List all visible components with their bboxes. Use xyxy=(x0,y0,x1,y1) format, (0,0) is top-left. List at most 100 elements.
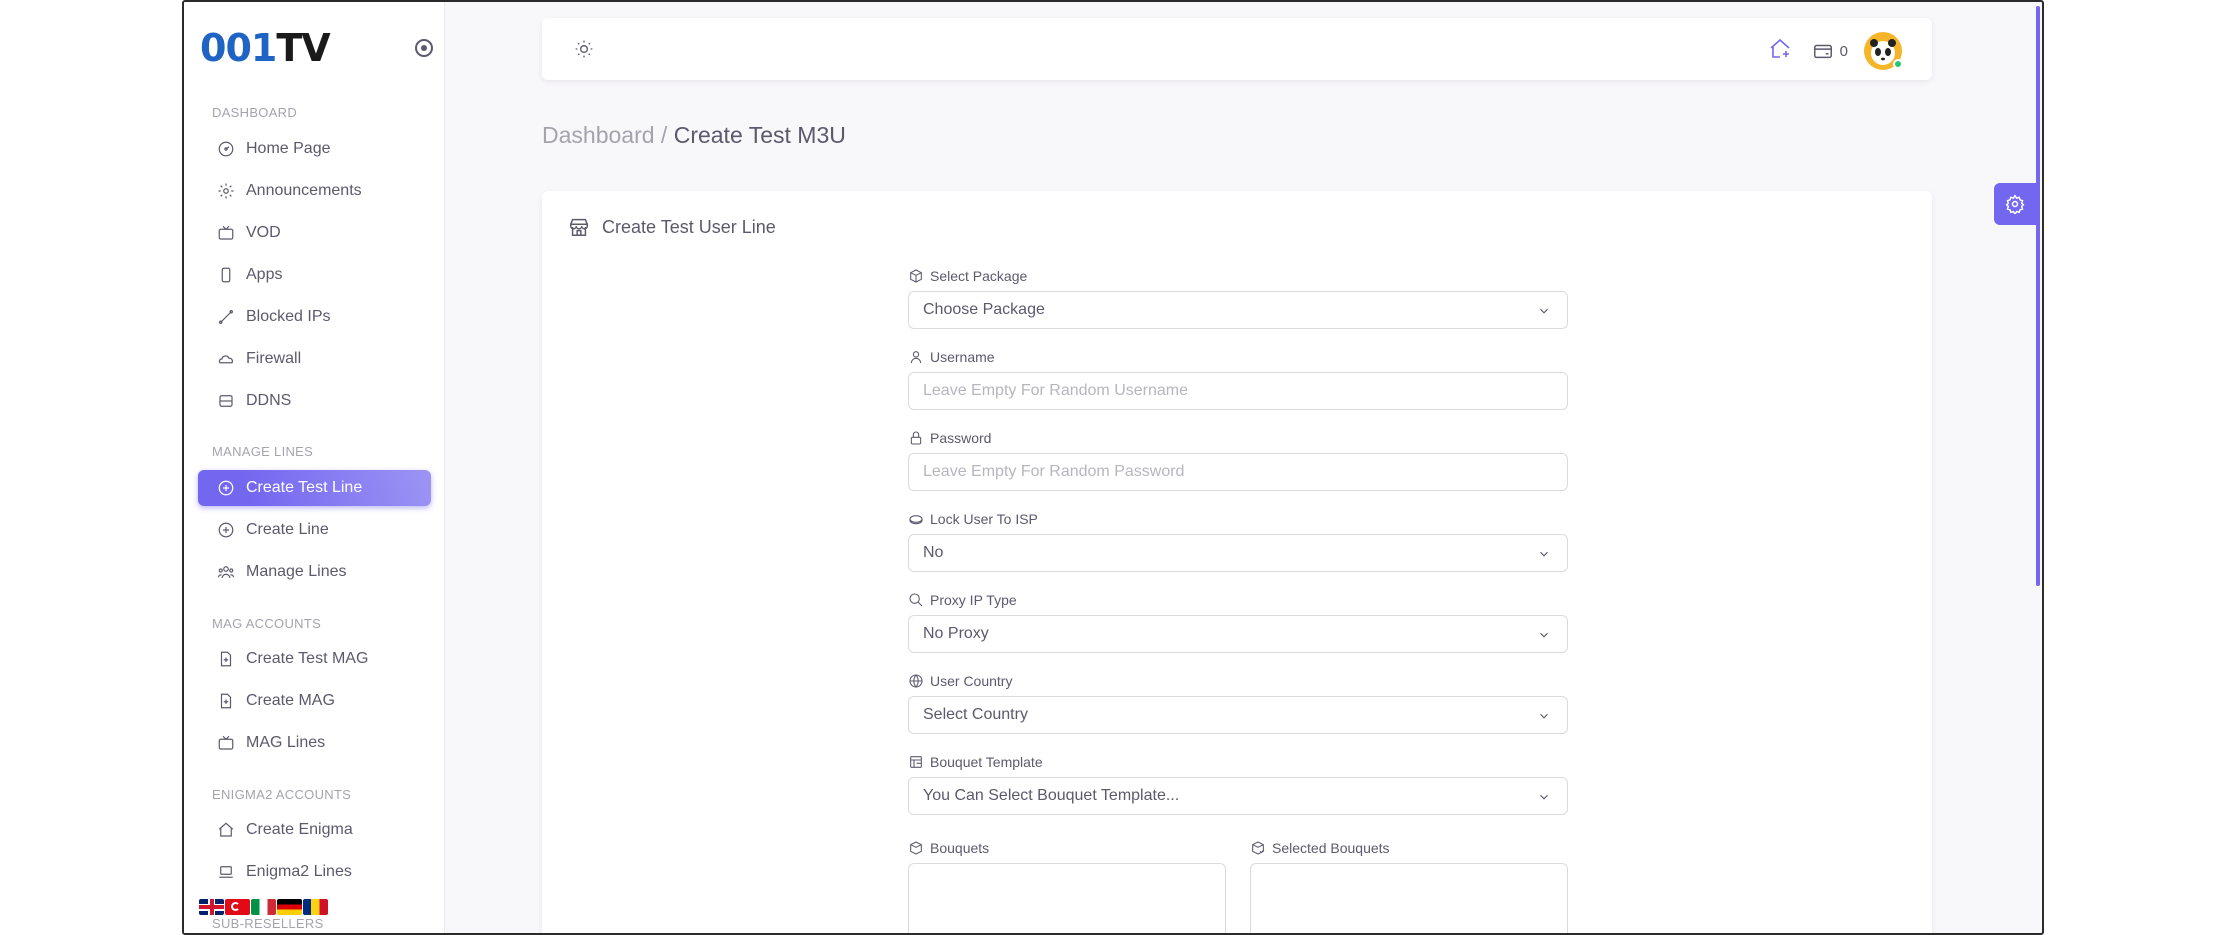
lock-user-to-isp-dropdown[interactable]: No xyxy=(908,534,1568,572)
page-scrollbar[interactable] xyxy=(2036,6,2040,586)
romania-flag[interactable] xyxy=(303,899,328,915)
sidebar-item-label: Manage Lines xyxy=(246,563,347,580)
sidebar-item-label: DDNS xyxy=(246,392,292,409)
italy-flag[interactable] xyxy=(251,899,276,915)
selected-bouquets-field: Selected Bouquets xyxy=(1250,839,1568,933)
field-label-text: User Country xyxy=(930,673,1013,689)
avatar[interactable] xyxy=(1864,32,1903,70)
sidebar-item-ddns[interactable]: DDNS xyxy=(198,383,431,419)
chevron-down-icon xyxy=(1540,713,1548,719)
section-header-enigma2-accounts: ENIGMA2 ACCOUNTS xyxy=(212,787,352,802)
credits-display[interactable]: 0 xyxy=(1812,40,1848,62)
file-plus-icon xyxy=(216,691,236,711)
proxy-ip-type-field: Proxy IP Type No Proxy xyxy=(908,591,1568,653)
select-value: Choose Package xyxy=(923,301,1045,318)
password-field: Password Leave Empty For Random Password xyxy=(908,429,1568,491)
brand-logo-part1: 001 xyxy=(200,26,277,70)
germany-flag[interactable] xyxy=(277,899,302,915)
search-icon xyxy=(909,593,923,607)
sidebar-item-label: Create Enigma xyxy=(246,821,353,838)
password-input[interactable]: Leave Empty For Random Password xyxy=(908,453,1568,491)
sidebar-item-label: Enigma2 Lines xyxy=(246,863,352,880)
sidebar-item-label: Create Test Line xyxy=(246,479,363,496)
sidebar-collapse-button[interactable] xyxy=(415,39,433,57)
chevron-down-icon xyxy=(1540,632,1548,638)
sidebar-item-label: Create MAG xyxy=(246,692,335,709)
breadcrumb-current: Create Test M3U xyxy=(673,122,846,148)
turkey-flag[interactable] xyxy=(225,899,250,915)
gauge-icon xyxy=(216,139,236,159)
home-plus-icon[interactable] xyxy=(1768,37,1792,66)
sidebar-item-label: Home Page xyxy=(246,140,331,157)
sidebar-item-create-mag[interactable]: Create MAG xyxy=(198,683,431,719)
select-value: No Proxy xyxy=(923,625,989,642)
sidebar-item-enigma2-lines[interactable]: Enigma2 Lines xyxy=(198,854,431,890)
theme-toggle-sun-icon[interactable] xyxy=(574,39,594,64)
username-input[interactable]: Leave Empty For Random Username xyxy=(908,372,1568,410)
breadcrumb-parent[interactable]: Dashboard / xyxy=(542,122,667,148)
sidebar-item-label: Firewall xyxy=(246,350,302,367)
select-package-dropdown[interactable]: Choose Package xyxy=(908,291,1568,329)
uk-flag[interactable] xyxy=(199,899,224,915)
create-test-line-card: Create Test User Line Select Package Cho… xyxy=(542,191,1932,933)
field-label: Username xyxy=(908,348,1568,366)
tv-icon xyxy=(216,733,236,753)
box-icon xyxy=(910,269,922,283)
sidebar-item-label: Announcements xyxy=(246,182,362,199)
brand-logo[interactable]: 001 TV xyxy=(200,26,331,70)
bouquets-field: Bouquets xyxy=(908,839,1226,933)
sidebar-item-announcements[interactable]: Announcements xyxy=(198,173,431,209)
sidebar-item-mag-lines[interactable]: MAG Lines xyxy=(198,725,431,761)
sidebar-item-create-test-line[interactable]: Create Test Line xyxy=(198,470,431,506)
chevron-down-icon xyxy=(1540,308,1548,314)
sidebar-item-label: VOD xyxy=(246,224,281,241)
section-header-sub-resellers: SUB-RESELLERS xyxy=(212,916,324,931)
store-icon xyxy=(570,218,588,236)
select-package-field: Select Package Choose Package xyxy=(908,267,1568,329)
layout-icon xyxy=(910,756,922,768)
sidebar-item-create-test-mag[interactable]: Create Test MAG xyxy=(198,641,431,677)
wallet-icon xyxy=(1813,44,1832,59)
plus-circle-icon xyxy=(216,520,236,540)
bouquet-template-dropdown[interactable]: You Can Select Bouquet Template... xyxy=(908,777,1568,815)
chevron-down-icon xyxy=(1540,794,1548,800)
field-label-text: Bouquet Template xyxy=(930,754,1043,770)
gear-icon xyxy=(2005,194,2025,214)
sidebar-item-label: Apps xyxy=(246,266,283,283)
sidebar-item-label: MAG Lines xyxy=(246,734,326,751)
input-placeholder: Leave Empty For Random Username xyxy=(923,382,1188,399)
field-label-text: Bouquets xyxy=(930,840,990,856)
sidebar-item-label: Create Line xyxy=(246,521,329,538)
sidebar-item-apps[interactable]: Apps xyxy=(198,257,431,293)
customizer-settings-button[interactable] xyxy=(1994,183,2036,225)
sidebar-item-home-page[interactable]: Home Page xyxy=(198,131,431,167)
field-label: Password xyxy=(908,429,1568,447)
sidebar-item-create-enigma[interactable]: Create Enigma xyxy=(198,812,431,848)
select-value: Select Country xyxy=(923,706,1028,723)
home-icon xyxy=(216,820,236,840)
sidebar-item-manage-lines[interactable]: Manage Lines xyxy=(198,554,431,590)
field-label: Selected Bouquets xyxy=(1250,839,1568,857)
selected-bouquets-listbox[interactable] xyxy=(1250,863,1568,933)
tv-icon xyxy=(216,223,236,243)
file-plus-icon xyxy=(216,649,236,669)
sidebar-item-vod[interactable]: VOD xyxy=(198,215,431,251)
field-label: Lock User To ISP xyxy=(908,510,1568,528)
user-country-dropdown[interactable]: Select Country xyxy=(908,696,1568,734)
sidebar: 001 TV DASHBOARD Home Page Announcements … xyxy=(184,2,445,933)
bouquets-listbox[interactable] xyxy=(908,863,1226,933)
sidebar-item-blocked-ips[interactable]: Blocked IPs xyxy=(198,299,431,335)
proxy-ip-type-dropdown[interactable]: No Proxy xyxy=(908,615,1568,653)
username-field: Username Leave Empty For Random Username xyxy=(908,348,1568,410)
sidebar-item-firewall[interactable]: Firewall xyxy=(198,341,431,377)
users-icon xyxy=(216,562,236,582)
field-label: Proxy IP Type xyxy=(908,591,1568,609)
field-label-text: Selected Bouquets xyxy=(1272,840,1390,856)
laptop-icon xyxy=(216,862,236,882)
select-value: No xyxy=(923,544,944,561)
online-status-dot xyxy=(1893,59,1903,69)
card-title-text: Create Test User Line xyxy=(602,216,776,237)
bouquet-template-field: Bouquet Template You Can Select Bouquet … xyxy=(908,753,1568,815)
sidebar-item-create-line[interactable]: Create Line xyxy=(198,512,431,548)
field-label-text: Lock User To ISP xyxy=(930,511,1038,527)
